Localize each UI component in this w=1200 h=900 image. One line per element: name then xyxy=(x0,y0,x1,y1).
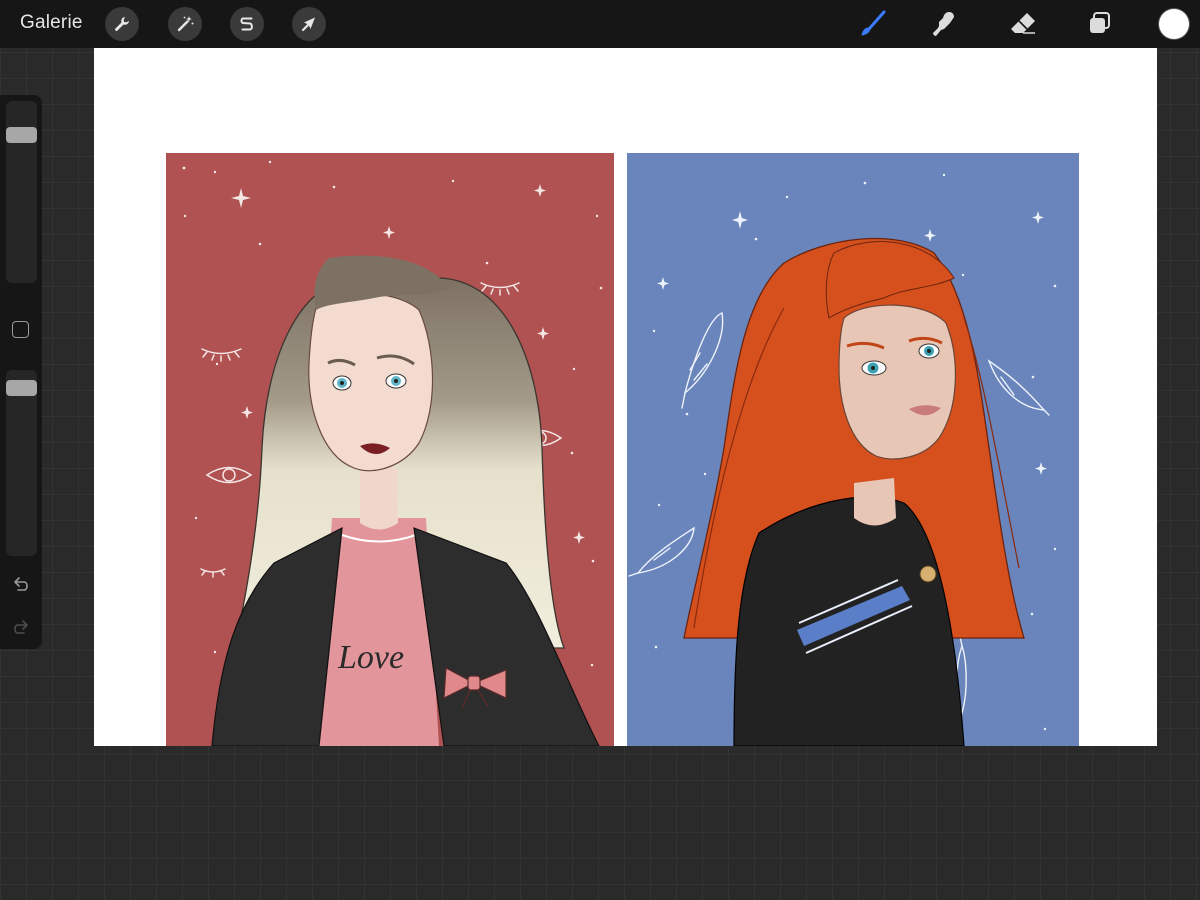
undo-button[interactable] xyxy=(9,574,33,596)
layers-button[interactable] xyxy=(1082,8,1116,40)
actions-button[interactable] xyxy=(105,7,139,41)
opacity-thumb[interactable] xyxy=(6,380,37,397)
undo-arrow-icon xyxy=(14,577,28,591)
smudge-tool-button[interactable] xyxy=(926,8,960,40)
modifier-square-button[interactable] xyxy=(12,321,29,338)
layers-icon xyxy=(1090,12,1110,33)
selection-button[interactable] xyxy=(230,7,264,41)
left-sidebar xyxy=(0,95,42,649)
left-portrait-panel: Love xyxy=(166,153,614,746)
shirt-text: Love xyxy=(337,639,404,676)
color-picker-swatch[interactable] xyxy=(1159,9,1189,39)
brush-size-thumb[interactable] xyxy=(6,127,37,144)
transform-button[interactable] xyxy=(292,7,326,41)
eraser-tool-button[interactable] xyxy=(1006,8,1040,40)
top-toolbar: Galerie xyxy=(0,0,1200,48)
brush-tool-button[interactable] xyxy=(855,8,889,40)
eraser-icon xyxy=(1011,13,1035,34)
gallery-button[interactable]: Galerie xyxy=(20,12,83,34)
wrench-icon xyxy=(115,17,129,31)
redo-arrow-icon xyxy=(14,620,28,634)
brush-icon xyxy=(861,10,886,36)
magic-wand-icon xyxy=(177,16,194,32)
right-portrait-panel xyxy=(627,153,1079,746)
drawing-canvas[interactable]: Love xyxy=(94,48,1157,746)
selection-s-icon xyxy=(240,17,253,31)
opacity-slider[interactable] xyxy=(6,370,37,556)
redo-button[interactable] xyxy=(9,617,33,639)
smudge-finger-icon xyxy=(933,12,954,36)
arrow-cursor-icon xyxy=(301,17,315,32)
artwork: Love xyxy=(166,153,1079,746)
adjustments-button[interactable] xyxy=(168,7,202,41)
